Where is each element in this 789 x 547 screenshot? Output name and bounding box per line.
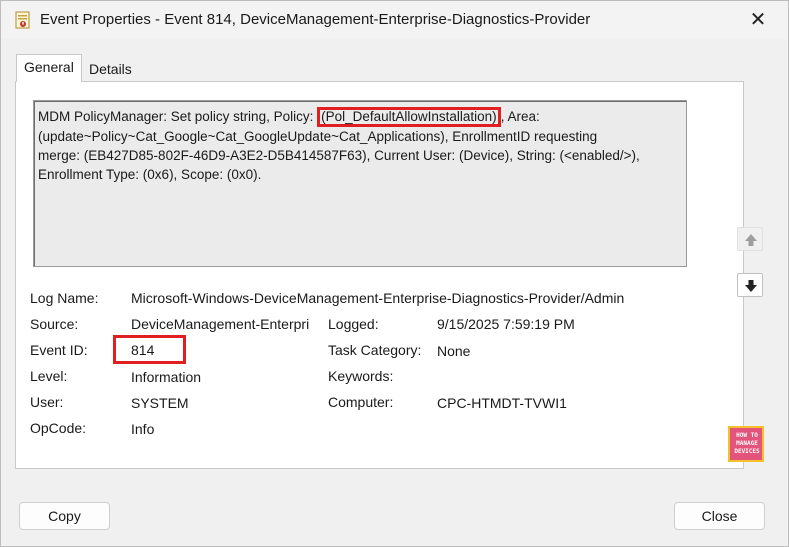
tab-general[interactable]: General	[16, 54, 82, 82]
user-label: User:	[30, 394, 64, 410]
computer-value: CPC-HTMDT-TVWI1	[437, 395, 567, 411]
how-to-manage-devices-logo: HOW TO MANAGE DEVICES	[728, 426, 764, 462]
next-event-button[interactable]	[737, 273, 763, 297]
general-panel: MDM PolicyManager: Set policy string, Po…	[15, 81, 744, 469]
level-value: Information	[131, 369, 202, 385]
title-bar[interactable]: Event Properties - Event 814, DeviceMana…	[1, 1, 788, 39]
description-text: , Area:	[500, 109, 540, 124]
description-line: merge: (EB427D85-802F-46D9-A3E2-D5B41458…	[38, 148, 640, 163]
description-line: (update~Policy~Cat_Google~Cat_GoogleUpda…	[38, 129, 598, 144]
description-text: MDM PolicyManager: Set policy string, Po…	[38, 109, 318, 124]
user-value: SYSTEM	[131, 395, 189, 411]
event-properties-window: Event Properties - Event 814, DeviceMana…	[0, 0, 789, 547]
computer-label: Computer:	[328, 394, 394, 410]
close-icon[interactable]: ✕	[744, 7, 772, 33]
description-line: MDM PolicyManager: Set policy string, Po…	[38, 107, 682, 127]
keywords-label: Keywords:	[328, 368, 394, 384]
event-viewer-icon	[15, 11, 31, 29]
source-value: DeviceManagement-Enterpri	[131, 316, 310, 332]
logged-label: Logged:	[328, 316, 379, 332]
event-description[interactable]: MDM PolicyManager: Set policy string, Po…	[33, 100, 687, 267]
close-button[interactable]: Close	[674, 502, 765, 530]
level-label: Level:	[30, 368, 68, 384]
window-title: Event Properties - Event 814, DeviceMana…	[40, 11, 591, 28]
copy-button[interactable]: Copy	[19, 502, 110, 530]
event-id-value: 814	[131, 342, 155, 358]
previous-event-button[interactable]	[737, 227, 763, 251]
log-name-value: Microsoft-Windows-DeviceManagement-Enter…	[131, 290, 625, 306]
description-line: Enrollment Type: (0x6), Scope: (0x0).	[38, 167, 262, 182]
policy-highlight: (Pol_DefaultAllowInstallation)	[317, 107, 501, 127]
arrow-up-icon	[745, 234, 757, 246]
tab-details[interactable]: Details	[82, 57, 139, 84]
task-category-value: None	[437, 343, 471, 359]
opcode-label: OpCode:	[30, 420, 87, 436]
source-label: Source:	[30, 316, 79, 332]
opcode-value: Info	[131, 421, 155, 437]
logo-text: HOW TO MANAGE DEVICES	[734, 432, 760, 455]
arrow-down-icon	[745, 280, 757, 292]
log-name-label: Log Name:	[30, 290, 99, 306]
logged-value: 9/15/2025 7:59:19 PM	[437, 316, 575, 332]
event-id-label: Event ID:	[30, 342, 88, 358]
task-category-label: Task Category:	[328, 342, 422, 358]
